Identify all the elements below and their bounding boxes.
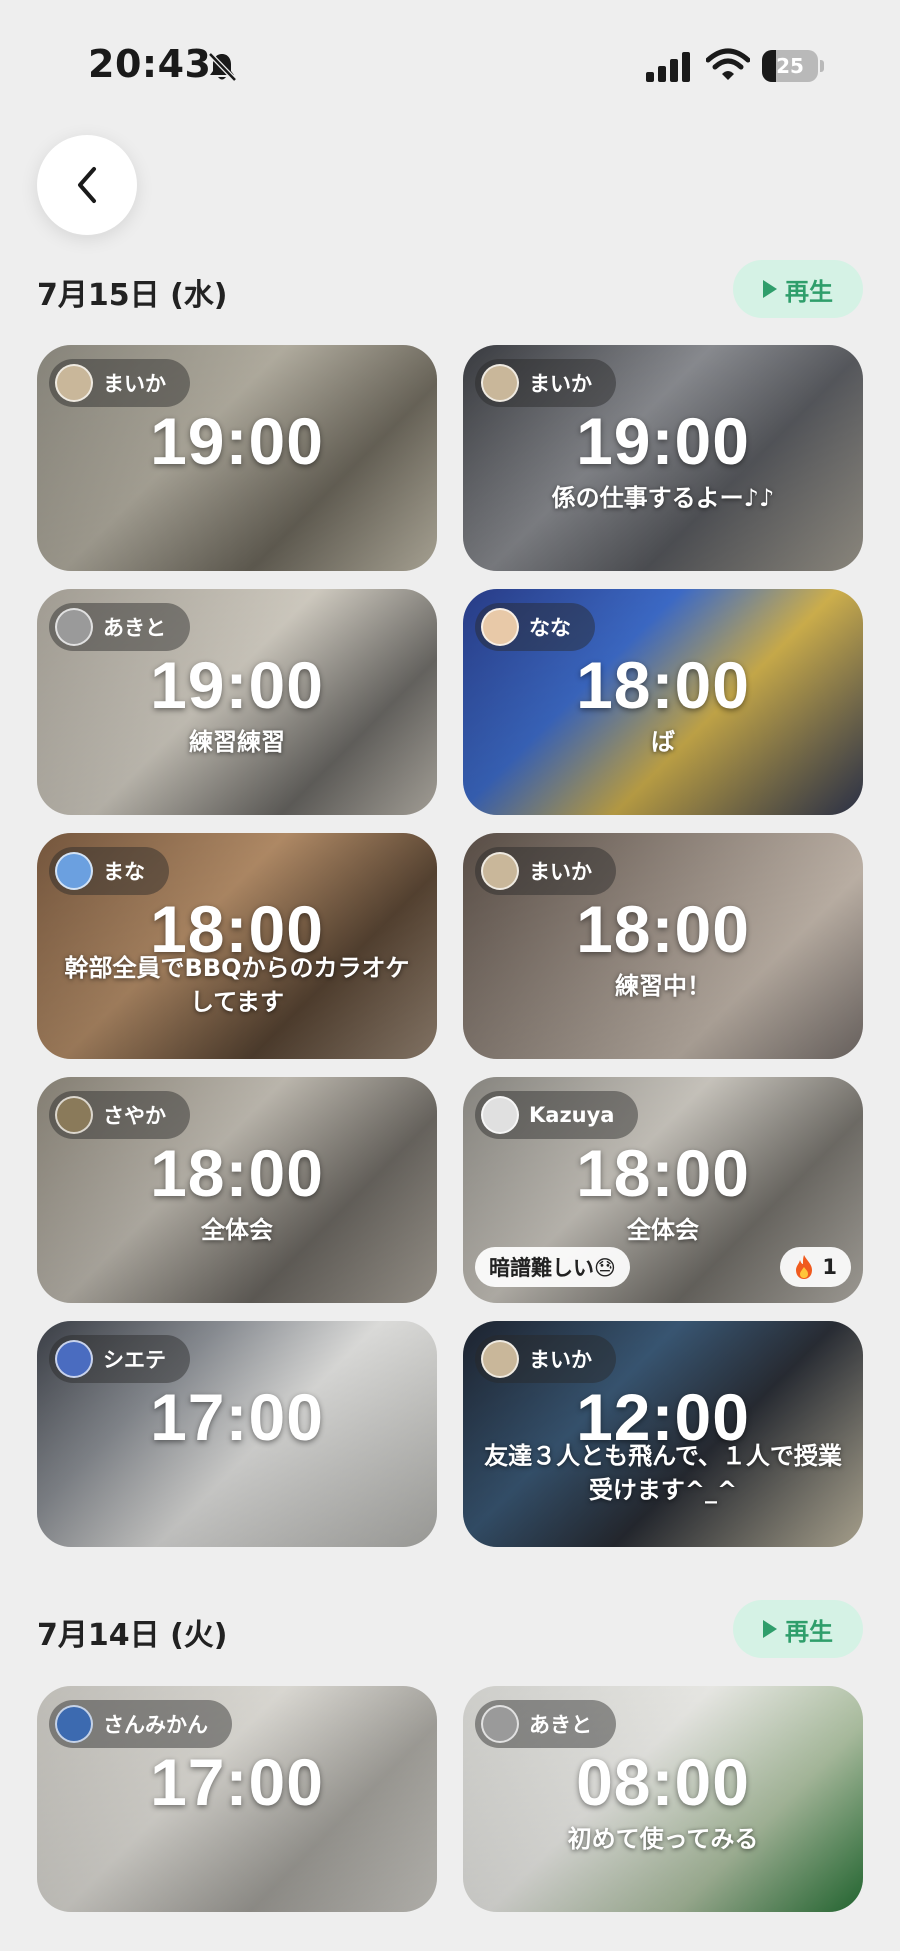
user-chip[interactable]: まいか <box>475 1335 616 1383</box>
user-chip[interactable]: さんみかん <box>49 1700 232 1748</box>
user-chip[interactable]: さやか <box>49 1091 190 1139</box>
post-caption: 全体会 <box>627 1216 699 1244</box>
user-name: さやか <box>103 1104 166 1128</box>
avatar <box>481 364 519 402</box>
avatar <box>481 608 519 646</box>
post-caption: 全体会 <box>201 1216 273 1244</box>
play-label: 再生 <box>785 1617 833 1646</box>
cellular-signal-icon <box>646 52 690 82</box>
status-time: 20:43 <box>88 42 212 86</box>
play-icon <box>763 1620 777 1638</box>
user-name: まいか <box>529 372 592 396</box>
user-chip[interactable]: あきと <box>475 1700 616 1748</box>
avatar <box>55 1705 93 1743</box>
status-bar: 20:43 25 <box>0 0 900 130</box>
back-button[interactable] <box>37 135 137 235</box>
reaction-badge[interactable]: 1 <box>780 1247 851 1287</box>
post-time: 18:00 <box>150 1136 324 1210</box>
avatar <box>55 1340 93 1378</box>
post-card[interactable]: さんみかん 17:00 <box>37 1686 437 1912</box>
user-name: まな <box>103 860 145 884</box>
user-chip[interactable]: まいか <box>475 847 616 895</box>
post-caption: 幹部全員でBBQからのカラオケしてます <box>64 954 410 1016</box>
user-name: さんみかん <box>103 1713 208 1737</box>
post-time: 19:00 <box>150 404 324 478</box>
play-button[interactable]: 再生 <box>733 260 863 318</box>
comment-bubble[interactable]: 暗譜難しい😓 <box>475 1247 630 1287</box>
avatar <box>55 364 93 402</box>
post-caption: 練習練習 <box>189 728 285 756</box>
post-caption: 友達３人とも飛んで、１人で授業受けます^_^ <box>484 1442 842 1504</box>
post-card[interactable]: Kazuya 18:00 全体会暗譜難しい😓 1 <box>463 1077 863 1303</box>
post-card[interactable]: なな 18:00 ば <box>463 589 863 815</box>
post-caption: 初めて使ってみる <box>567 1825 759 1853</box>
post-card[interactable]: シエテ 17:00 <box>37 1321 437 1547</box>
post-time: 19:00 <box>576 404 750 478</box>
avatar <box>55 1096 93 1134</box>
user-name: シエテ <box>103 1348 166 1372</box>
flame-icon <box>796 1255 813 1279</box>
user-chip[interactable]: まな <box>49 847 169 895</box>
post-card[interactable]: まな 18:00 幹部全員でBBQからのカラオケしてます <box>37 833 437 1059</box>
avatar <box>481 852 519 890</box>
post-card[interactable]: まいか 18:00 練習中！ <box>463 833 863 1059</box>
user-name: Kazuya <box>529 1103 615 1127</box>
user-name: なな <box>529 616 571 640</box>
post-card[interactable]: まいか 12:00 友達３人とも飛んで、１人で授業受けます^_^ <box>463 1321 863 1547</box>
post-card[interactable]: あきと 08:00 初めて使ってみる <box>463 1686 863 1912</box>
post-card[interactable]: まいか 19:00 <box>37 345 437 571</box>
post-card[interactable]: さやか 18:00 全体会 <box>37 1077 437 1303</box>
user-name: まいか <box>529 860 592 884</box>
user-name: まいか <box>529 1348 592 1372</box>
post-time: 08:00 <box>576 1745 750 1819</box>
user-name: あきと <box>529 1713 592 1737</box>
avatar <box>55 852 93 890</box>
avatar <box>481 1096 519 1134</box>
post-caption: ば <box>651 728 675 756</box>
post-card[interactable]: まいか 19:00 係の仕事するよー♪♪ <box>463 345 863 571</box>
avatar <box>481 1705 519 1743</box>
battery-indicator: 25 <box>762 50 824 82</box>
avatar <box>55 608 93 646</box>
user-chip[interactable]: なな <box>475 603 595 651</box>
bell-slash-icon <box>208 52 237 82</box>
post-time: 17:00 <box>150 1745 324 1819</box>
play-icon <box>763 280 777 298</box>
chevron-left-icon <box>78 167 96 203</box>
play-label: 再生 <box>785 277 833 306</box>
post-time: 18:00 <box>576 1136 750 1210</box>
user-chip[interactable]: まいか <box>49 359 190 407</box>
post-time: 17:00 <box>150 1380 324 1454</box>
user-name: あきと <box>103 616 166 640</box>
avatar <box>481 1340 519 1378</box>
post-caption: 練習中！ <box>615 972 711 1000</box>
section-date: 7月15日 (水) <box>37 278 228 313</box>
post-caption: 係の仕事するよー♪♪ <box>551 484 775 512</box>
post-time: 19:00 <box>150 648 324 722</box>
post-time: 18:00 <box>576 892 750 966</box>
battery-percent: 25 <box>776 54 804 78</box>
post-time: 18:00 <box>576 648 750 722</box>
play-button[interactable]: 再生 <box>733 1600 863 1658</box>
user-chip[interactable]: まいか <box>475 359 616 407</box>
reaction-count: 1 <box>822 1255 837 1279</box>
post-card[interactable]: あきと 19:00 練習練習 <box>37 589 437 815</box>
user-chip[interactable]: シエテ <box>49 1335 190 1383</box>
user-chip[interactable]: あきと <box>49 603 190 651</box>
section-date: 7月14日 (火) <box>37 1618 228 1653</box>
user-chip[interactable]: Kazuya <box>475 1091 639 1139</box>
wifi-icon <box>706 48 750 80</box>
user-name: まいか <box>103 372 166 396</box>
